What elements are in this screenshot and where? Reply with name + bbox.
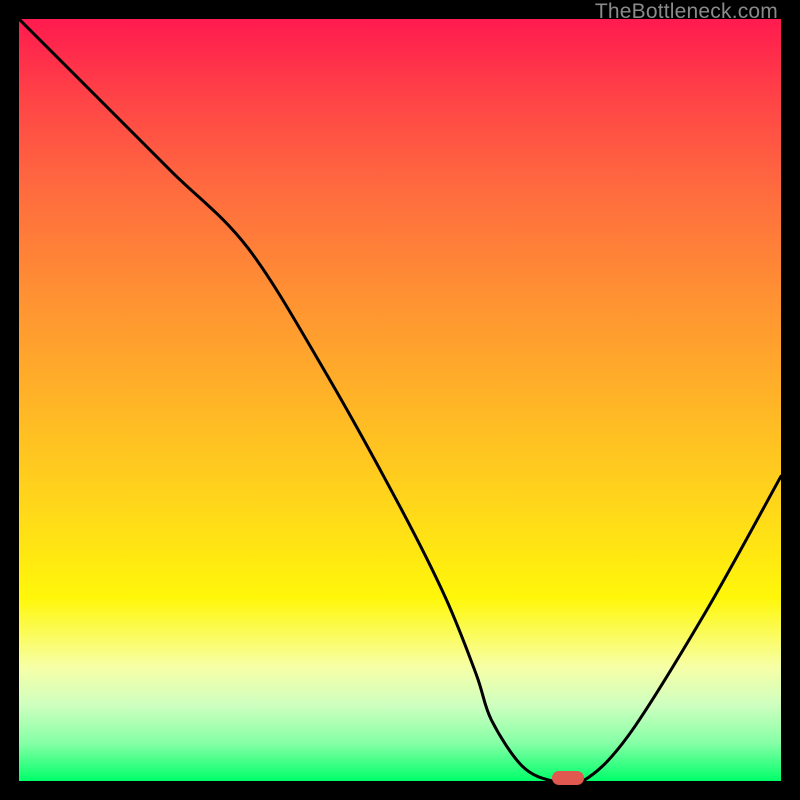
optimal-point-marker: [552, 771, 584, 785]
bottleneck-curve: [19, 19, 781, 781]
chart-plot-area: [19, 19, 781, 781]
bottleneck-curve-path: [19, 19, 781, 781]
